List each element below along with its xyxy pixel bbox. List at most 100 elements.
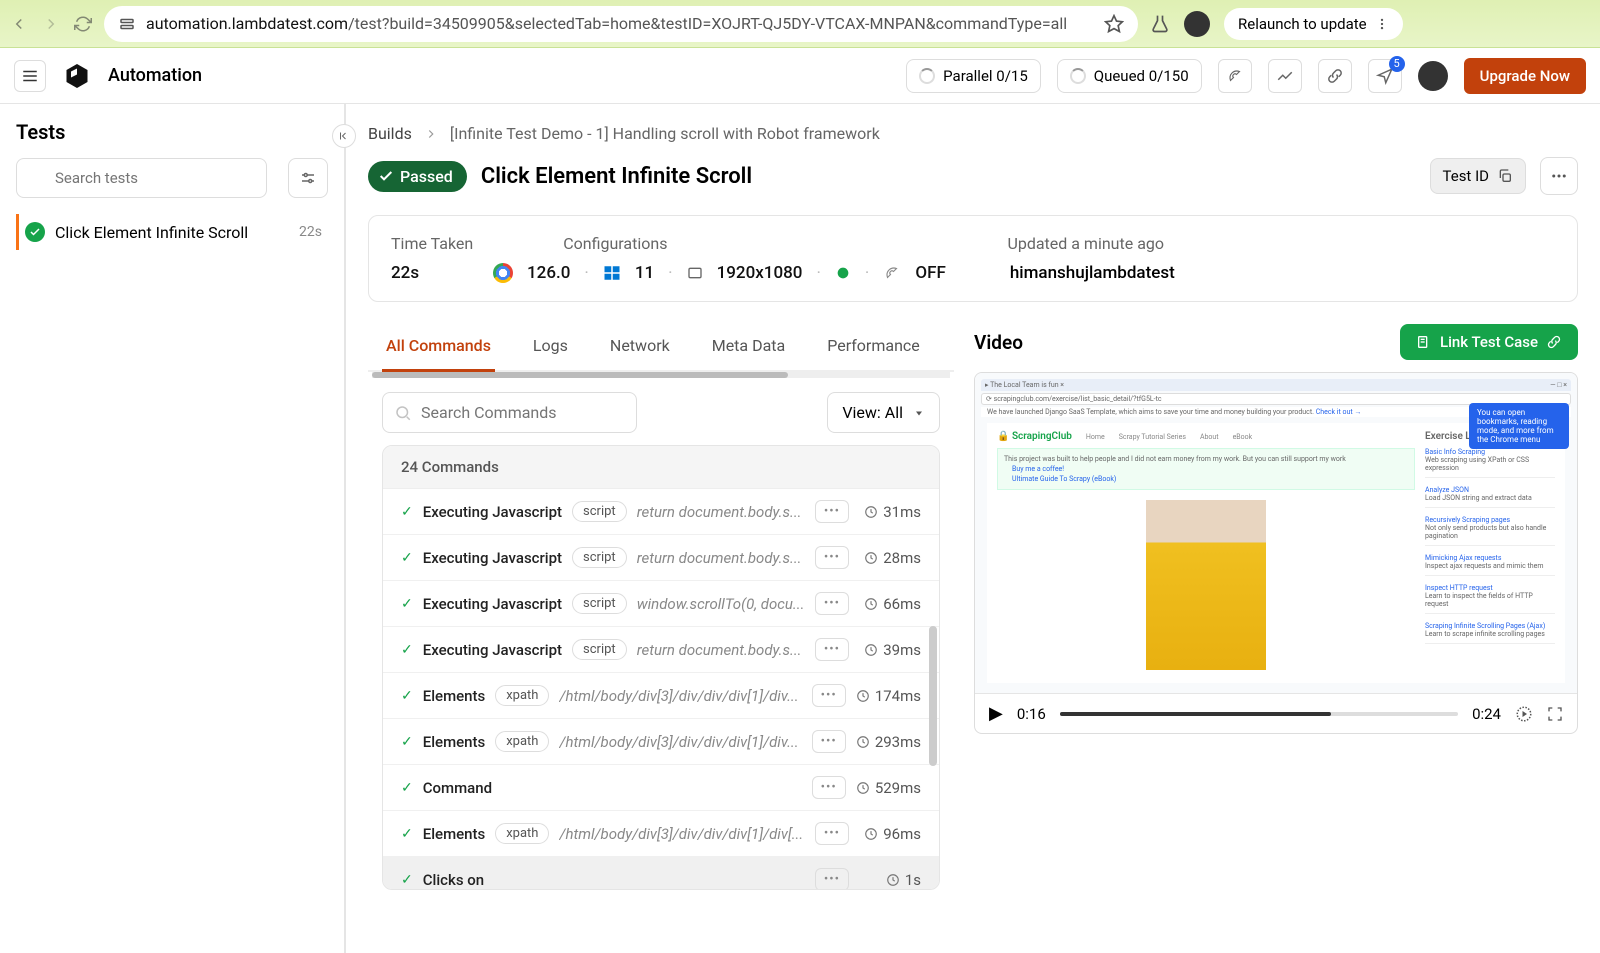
tab-scrollbar[interactable]: [372, 372, 950, 378]
site-settings-icon[interactable]: [118, 15, 136, 33]
commands-scrollbar[interactable]: [929, 626, 937, 766]
app-title: Automation: [108, 65, 202, 86]
command-tag: script: [572, 639, 627, 660]
check-icon: ✓: [401, 826, 413, 842]
view-dropdown[interactable]: View: All: [827, 392, 940, 433]
play-button[interactable]: ▶: [989, 703, 1003, 724]
command-tag: script: [572, 501, 627, 522]
url-bar[interactable]: automation.lambdatest.com/test?build=345…: [104, 6, 1138, 42]
info-os: 11: [635, 263, 654, 283]
command-tag: script: [572, 593, 627, 614]
command-param: /html/body/div[3]/div/div/div[1]/div[...: [559, 825, 804, 843]
link-icon: [1546, 334, 1562, 350]
check-icon: ✓: [401, 504, 413, 520]
back-icon[interactable]: [10, 15, 28, 33]
command-more-icon[interactable]: •••: [812, 776, 846, 799]
fullscreen-icon[interactable]: [1547, 706, 1563, 722]
check-icon: ✓: [401, 780, 413, 796]
nav-arrows: [10, 15, 92, 33]
parallel-status[interactable]: Parallel 0/15: [906, 59, 1041, 93]
breadcrumb: Builds [Infinite Test Demo - 1] Handling…: [368, 124, 1578, 143]
tab-network[interactable]: Network: [606, 324, 674, 372]
test-item-time: 22s: [299, 224, 322, 240]
labs-icon[interactable]: [1150, 14, 1170, 34]
chrome-icon: [493, 263, 513, 283]
check-icon: ✓: [401, 642, 413, 658]
bookmark-icon[interactable]: [1104, 14, 1124, 34]
filter-button[interactable]: [288, 158, 328, 198]
video-frame: ▸ The Local Team is fun ×— □ × ⟳ scrapin…: [974, 372, 1578, 734]
integrations-icon[interactable]: [1318, 59, 1352, 93]
test-item[interactable]: Click Element Infinite Scroll 22s: [16, 214, 328, 250]
command-tag: script: [572, 547, 627, 568]
search-tests-input[interactable]: [16, 158, 267, 198]
collapse-sidebar-icon[interactable]: [332, 124, 356, 148]
tab-all-commands[interactable]: All Commands: [382, 324, 495, 372]
command-more-icon[interactable]: •••: [812, 684, 846, 707]
accel-icon: [883, 264, 901, 282]
video-progress[interactable]: [1060, 712, 1458, 716]
command-more-icon[interactable]: •••: [812, 730, 846, 753]
status-green-icon: [835, 265, 851, 281]
command-row[interactable]: ✓ Executing Javascript script return docume…: [383, 535, 939, 581]
tab-performance[interactable]: Performance: [823, 324, 924, 372]
command-time: 293ms: [856, 733, 921, 751]
command-row[interactable]: ✓Clicks on•••1s: [383, 857, 939, 889]
command-param: /html/body/div[3]/div/div/div[1]/div...: [559, 733, 801, 751]
notifications-icon[interactable]: 5: [1368, 59, 1402, 93]
command-row[interactable]: ✓Elementsxpath/html/body/div[3]/div/div/…: [383, 811, 939, 857]
video-total-time: 0:24: [1472, 705, 1501, 723]
command-more-icon[interactable]: •••: [815, 868, 849, 889]
tab-logs[interactable]: Logs: [529, 324, 572, 372]
notification-badge: 5: [1389, 56, 1405, 72]
hamburger-menu[interactable]: [14, 60, 46, 92]
check-icon: ✓: [401, 734, 413, 750]
command-more-icon[interactable]: •••: [815, 546, 849, 569]
command-time: 96ms: [859, 825, 921, 843]
command-more-icon[interactable]: •••: [815, 500, 849, 523]
command-time: 1s: [859, 871, 921, 889]
command-name: Elements: [423, 687, 486, 705]
command-time: 174ms: [856, 687, 921, 705]
accelerator-icon[interactable]: [1218, 59, 1252, 93]
search-commands-input[interactable]: [382, 392, 637, 433]
command-more-icon[interactable]: •••: [815, 638, 849, 661]
command-row[interactable]: ✓Elementsxpath/html/body/div[3]/div/div/…: [383, 719, 939, 765]
app-header: Automation Parallel 0/15 Queued 0/150 5 …: [0, 48, 1600, 104]
command-name: Command: [423, 779, 492, 797]
link-test-case-button[interactable]: Link Test Case: [1400, 324, 1578, 360]
command-more-icon[interactable]: •••: [815, 822, 849, 845]
command-more-icon[interactable]: •••: [815, 592, 849, 615]
product-image-placeholder: [1146, 500, 1266, 670]
test-id-button[interactable]: Test ID: [1430, 158, 1526, 194]
command-param: return document.body.s...: [637, 549, 805, 567]
command-name: Elements: [423, 733, 486, 751]
command-param: return document.body.s...: [637, 503, 805, 521]
command-param: window.scrollTo(0, docu...: [637, 595, 805, 613]
command-name: Executing Javascript: [423, 549, 562, 567]
resolution-icon: [687, 265, 703, 281]
command-row[interactable]: ✓Command•••529ms: [383, 765, 939, 811]
command-name: Clicks on: [423, 871, 484, 889]
info-label-time: Time Taken: [391, 234, 473, 253]
user-avatar[interactable]: [1418, 61, 1448, 91]
command-name: Executing Javascript: [423, 503, 562, 521]
tab-meta-data[interactable]: Meta Data: [708, 324, 790, 372]
check-icon: ✓: [401, 550, 413, 566]
video-panel: Video Link Test Case ▸ The Local Team is…: [974, 324, 1578, 890]
breadcrumb-root[interactable]: Builds: [368, 124, 412, 143]
command-row[interactable]: ✓Executing Javascriptscriptreturn docume…: [383, 627, 939, 673]
command-row[interactable]: ✓Executing Javascriptscriptwindow.scroll…: [383, 581, 939, 627]
upgrade-button[interactable]: Upgrade Now: [1464, 58, 1586, 94]
playback-speed-icon[interactable]: [1515, 705, 1533, 723]
analytics-icon[interactable]: [1268, 59, 1302, 93]
command-row[interactable]: ✓ Executing Javascript script return docume…: [383, 489, 939, 535]
profile-avatar-icon[interactable]: [1184, 11, 1210, 37]
reload-icon[interactable]: [74, 15, 92, 33]
queued-status[interactable]: Queued 0/150: [1057, 59, 1202, 93]
relaunch-button[interactable]: Relaunch to update: [1224, 8, 1403, 40]
command-row[interactable]: ✓Elementsxpath/html/body/div[3]/div/div/…: [383, 673, 939, 719]
more-actions-button[interactable]: [1540, 157, 1578, 195]
lambdatest-logo-icon[interactable]: [62, 61, 92, 91]
info-card: Time Taken Configurations Updated a minu…: [368, 215, 1578, 302]
